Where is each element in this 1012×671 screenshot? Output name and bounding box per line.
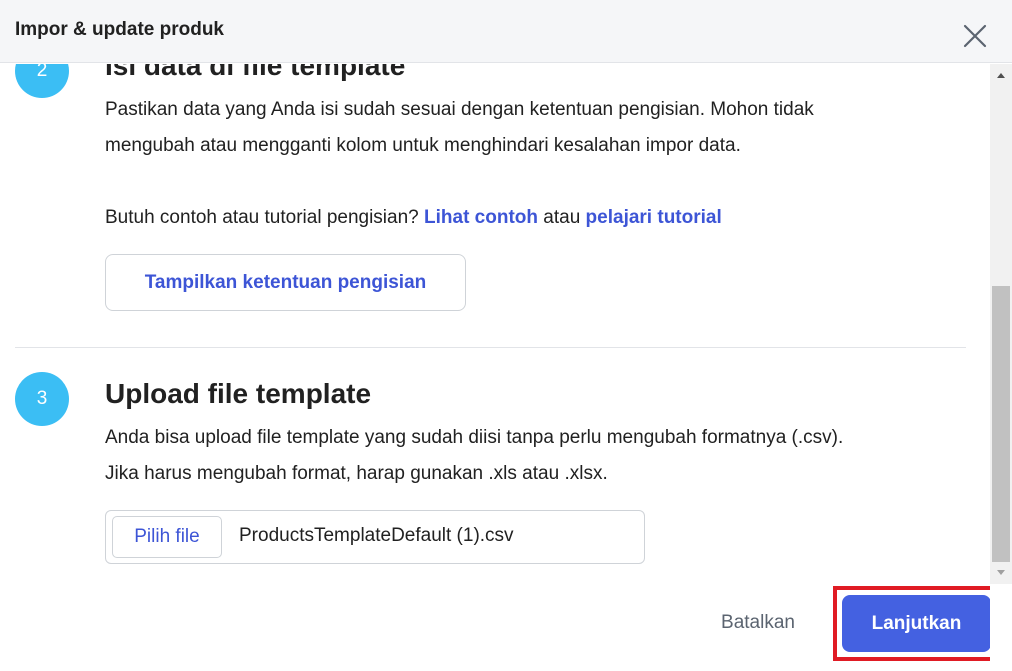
help-prefix: Butuh contoh atau tutorial pengisian? bbox=[105, 207, 419, 228]
choose-file-button[interactable]: Pilih file bbox=[112, 516, 222, 558]
scroll-down-button[interactable] bbox=[990, 564, 1012, 582]
close-icon bbox=[963, 24, 987, 48]
scroll-up-button[interactable] bbox=[990, 66, 1012, 84]
cancel-button[interactable]: Batalkan bbox=[706, 600, 810, 646]
arrow-down-icon bbox=[997, 570, 1005, 575]
show-rules-button[interactable]: Tampilkan ketentuan pengisian bbox=[105, 254, 466, 311]
help-middle: atau bbox=[543, 207, 581, 228]
arrow-up-icon bbox=[997, 73, 1005, 78]
continue-button[interactable]: Lanjutkan bbox=[842, 595, 990, 652]
selected-file-name: ProductsTemplateDefault (1).csv bbox=[239, 525, 514, 546]
step-2-circle: 2 bbox=[15, 64, 69, 98]
dialog-content: 2 Isi data di file template Pastikan dat… bbox=[0, 64, 990, 671]
step-3-title: Upload file template bbox=[105, 378, 372, 409]
dialog-header: Impor & update produk bbox=[0, 0, 1012, 63]
section-divider bbox=[15, 347, 966, 348]
scrollbar[interactable] bbox=[990, 64, 1012, 584]
file-input[interactable]: Pilih file ProductsTemplateDefault (1).c… bbox=[105, 510, 645, 564]
help-text: Butuh contoh atau tutorial pengisian? Li… bbox=[105, 200, 722, 236]
step-3-description-line-1: Anda bisa upload file template yang suda… bbox=[105, 427, 844, 448]
scroll-thumb[interactable] bbox=[992, 286, 1010, 562]
close-button[interactable] bbox=[958, 19, 992, 53]
example-link[interactable]: Lihat contoh bbox=[424, 207, 538, 228]
tutorial-link[interactable]: pelajari tutorial bbox=[586, 207, 722, 228]
dialog-title: Impor & update produk bbox=[15, 19, 224, 40]
step-2-description-line-1: Pastikan data yang Anda isi sudah sesuai… bbox=[105, 99, 814, 120]
step-3-circle: 3 bbox=[15, 372, 69, 426]
step-2-title: Isi data di file template bbox=[105, 64, 406, 81]
step-2-description-line-2: mengubah atau mengganti kolom untuk meng… bbox=[105, 135, 741, 156]
step-3-description-line-2: Jika harus mengubah format, harap gunaka… bbox=[105, 463, 608, 484]
